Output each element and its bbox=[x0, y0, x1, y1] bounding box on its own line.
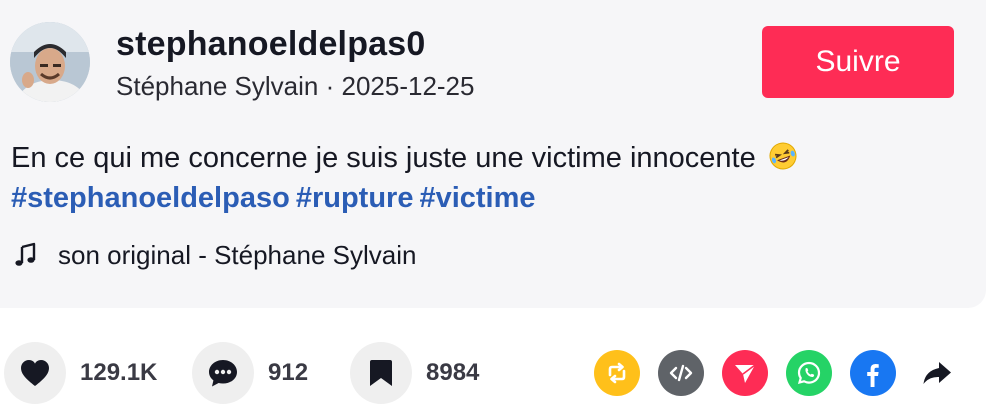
music-note-icon bbox=[15, 242, 36, 266]
embed-icon bbox=[669, 364, 693, 382]
hashtag-link[interactable]: #victime bbox=[419, 182, 535, 214]
action-bar: 129.1K 912 8984 bbox=[0, 340, 988, 406]
like-count: 129.1K bbox=[80, 359, 158, 386]
separator: · bbox=[318, 71, 342, 101]
whatsapp-icon bbox=[797, 361, 821, 385]
description-line: En ce qui me concerne je suis juste une … bbox=[11, 138, 971, 178]
facebook-button[interactable] bbox=[850, 350, 896, 396]
comment-button[interactable] bbox=[192, 342, 254, 404]
more-share-button[interactable] bbox=[914, 350, 960, 396]
comment-action: 912 bbox=[192, 340, 308, 406]
send-icon bbox=[735, 364, 756, 383]
share-arrow-icon bbox=[923, 362, 951, 384]
music-link[interactable]: son original - Stéphane Sylvain bbox=[12, 238, 416, 272]
author-subline: Stéphane Sylvain · 2025-12-25 bbox=[116, 68, 474, 104]
save-button[interactable] bbox=[350, 342, 412, 404]
comment-count: 912 bbox=[268, 359, 309, 386]
send-button[interactable] bbox=[722, 350, 768, 396]
follow-button[interactable]: Suivre bbox=[762, 26, 954, 98]
avatar-image bbox=[10, 22, 90, 102]
hashtag-link[interactable]: #rupture bbox=[296, 182, 414, 214]
rolling-laughing-emoji-icon bbox=[769, 142, 797, 170]
post-date: 2025-12-25 bbox=[341, 71, 475, 101]
save-action: 8984 bbox=[350, 340, 479, 406]
facebook-icon bbox=[867, 364, 879, 387]
like-action: 129.1K bbox=[4, 340, 157, 406]
username[interactable]: stephanoeldelpas0 bbox=[116, 22, 426, 66]
hashtag-link[interactable]: #stephanoeldelpaso bbox=[11, 182, 290, 214]
repost-button[interactable] bbox=[594, 350, 640, 396]
music-title: son original - Stéphane Sylvain bbox=[58, 240, 417, 270]
display-name[interactable]: Stéphane Sylvain bbox=[116, 71, 318, 101]
description-text: En ce qui me concerne je suis juste une … bbox=[11, 142, 756, 174]
bookmark-icon bbox=[370, 360, 392, 386]
embed-button[interactable] bbox=[658, 350, 704, 396]
repost-icon bbox=[608, 362, 626, 384]
post-info-card: stephanoeldelpas0 Stéphane Sylvain · 202… bbox=[0, 0, 986, 308]
save-count: 8984 bbox=[426, 359, 480, 386]
avatar[interactable] bbox=[10, 22, 90, 102]
like-button[interactable] bbox=[4, 342, 66, 404]
heart-icon bbox=[21, 360, 49, 386]
hashtags: #stephanoeldelpaso #rupture #victime bbox=[11, 178, 971, 218]
post-description: En ce qui me concerne je suis juste une … bbox=[11, 138, 971, 218]
whatsapp-button[interactable] bbox=[786, 350, 832, 396]
comment-icon bbox=[209, 360, 237, 387]
